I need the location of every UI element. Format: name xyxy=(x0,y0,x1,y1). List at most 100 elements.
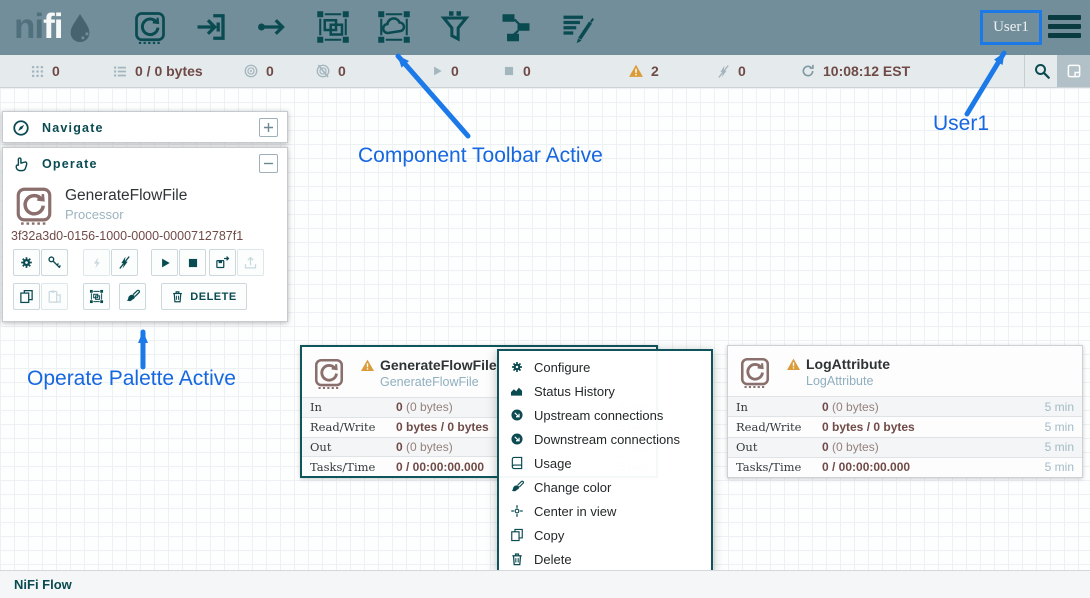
queued-status: 0 / 0 bytes xyxy=(112,55,203,87)
stopped-status: 0 xyxy=(502,55,531,87)
menu-item-center-in-view[interactable]: Center in view xyxy=(499,499,711,523)
label-icon[interactable] xyxy=(557,8,597,46)
template-icon[interactable] xyxy=(496,8,536,46)
enable-button xyxy=(83,249,110,276)
invalid-status: 2 xyxy=(628,55,659,87)
search-icon xyxy=(1033,62,1051,80)
circle-arrow-icon xyxy=(509,432,524,446)
collapse-button[interactable] xyxy=(259,154,278,173)
context-menu: Configure Status History Upstream connec… xyxy=(497,349,713,573)
compass-icon xyxy=(12,119,30,137)
disabled-icon xyxy=(716,64,731,79)
running-icon xyxy=(430,64,444,78)
remote-process-group-icon[interactable] xyxy=(374,8,414,46)
process-group-icon[interactable] xyxy=(313,8,353,46)
app-header: nifi User1 xyxy=(0,0,1090,55)
birdseye-toggle-button[interactable] xyxy=(1057,55,1090,87)
processor-logattribute[interactable]: LogAttribute LogAttribute In 0 (0 bytes)… xyxy=(727,345,1083,478)
processor-stamp-icon xyxy=(738,355,772,389)
stopped-icon xyxy=(502,64,516,78)
queue-list-icon xyxy=(112,64,128,79)
breadcrumb[interactable]: NiFi Flow xyxy=(14,577,72,592)
processor-icon[interactable] xyxy=(130,8,170,46)
breadcrumb-bar: NiFi Flow xyxy=(0,570,1090,598)
menu-item-upstream-connections[interactable]: Upstream connections xyxy=(499,403,711,427)
expand-button[interactable] xyxy=(259,118,278,137)
selected-component-id: 3f32a3d0-0156-1000-0000-0000712787f1 xyxy=(11,229,243,243)
hand-icon xyxy=(12,155,30,173)
selected-component-type: Processor xyxy=(65,207,124,222)
upload-template-button xyxy=(237,249,264,276)
not-transmitting-status: 0 xyxy=(315,55,346,87)
group-button[interactable] xyxy=(83,283,110,310)
warning-icon xyxy=(628,63,644,79)
book-icon xyxy=(509,456,524,470)
navigate-panel: Navigate xyxy=(2,111,288,143)
input-port-icon[interactable] xyxy=(191,8,231,46)
processor-stamp-icon xyxy=(312,356,346,390)
refresh-status[interactable]: 10:08:12 EST xyxy=(800,55,910,87)
disable-button[interactable] xyxy=(111,249,138,276)
logo-text-fi: fi xyxy=(43,7,62,47)
processor-stamp-icon xyxy=(13,184,55,226)
processor-header: LogAttribute LogAttribute xyxy=(786,356,890,388)
operate-panel-title: Operate xyxy=(42,157,259,171)
configure-button[interactable] xyxy=(13,249,40,276)
create-template-button[interactable] xyxy=(209,249,236,276)
component-toolbar xyxy=(130,8,597,46)
output-port-icon[interactable] xyxy=(252,8,292,46)
menu-item-downstream-connections[interactable]: Downstream connections xyxy=(499,427,711,451)
refresh-icon[interactable] xyxy=(800,63,816,79)
stat-row-taskstime: Tasks/Time 0 / 00:00:00.000 5 min xyxy=(728,457,1082,477)
droplet-icon xyxy=(65,12,95,47)
processor-stats: In 0 (0 bytes) 5 min Read/Write 0 bytes … xyxy=(728,396,1082,477)
current-user-label: User1 xyxy=(993,19,1029,36)
transmitting-icon xyxy=(243,63,259,79)
processor-header: GenerateFlowFile GenerateFlowFile xyxy=(360,357,497,389)
circle-arrow-icon xyxy=(509,408,524,422)
active-threads-status: 0 xyxy=(30,55,60,87)
navigate-panel-title: Navigate xyxy=(42,121,259,135)
access-policies-button[interactable] xyxy=(41,249,68,276)
menu-item-configure[interactable]: Configure xyxy=(499,355,711,379)
menu-item-status-history[interactable]: Status History xyxy=(499,379,711,403)
disabled-status: 0 xyxy=(716,55,746,87)
nifi-application: { "header": { "logo_part1": "ni", "logo_… xyxy=(0,0,1090,598)
nifi-logo: nifi xyxy=(14,7,95,47)
search-button[interactable] xyxy=(1024,55,1058,87)
menu-item-delete[interactable]: Delete xyxy=(499,547,711,571)
not-transmitting-icon xyxy=(315,63,331,79)
stat-row-out: Out 0 (0 bytes) 5 min xyxy=(728,437,1082,457)
brush-icon xyxy=(509,480,524,494)
panel-icon xyxy=(1065,62,1083,80)
stat-row-readwrite: Read/Write 0 bytes / 0 bytes 5 min xyxy=(728,416,1082,436)
global-menu-icon[interactable] xyxy=(1048,15,1081,42)
menu-item-change-color[interactable]: Change color xyxy=(499,475,711,499)
stop-button[interactable] xyxy=(179,249,206,276)
menu-item-copy[interactable]: Copy xyxy=(499,523,711,547)
running-status: 0 xyxy=(430,55,459,87)
current-user[interactable]: User1 xyxy=(980,10,1042,45)
selected-component-name: GenerateFlowFile xyxy=(65,187,187,205)
status-bar: 0 0 / 0 bytes 0 0 0 0 2 0 10:08:12 EST xyxy=(0,55,1090,88)
trash-icon xyxy=(509,552,524,566)
copy-icon xyxy=(509,528,524,542)
menu-item-usage[interactable]: Usage xyxy=(499,451,711,475)
warning-icon xyxy=(786,357,801,372)
warning-icon xyxy=(360,358,375,373)
trash-icon xyxy=(171,290,184,303)
threads-icon xyxy=(30,64,45,79)
logo-text-ni: ni xyxy=(14,7,43,47)
funnel-icon[interactable] xyxy=(435,8,475,46)
area-chart-icon xyxy=(509,384,524,398)
operate-panel: Operate GenerateFlowFile Processor 3f32a… xyxy=(2,147,288,322)
change-color-button[interactable] xyxy=(119,283,146,310)
crosshair-icon xyxy=(509,504,524,518)
copy-button[interactable] xyxy=(13,283,40,310)
delete-button[interactable]: DELETE xyxy=(161,283,247,310)
gear-icon xyxy=(509,360,524,374)
transmitting-status: 0 xyxy=(243,55,274,87)
paste-button xyxy=(41,283,68,310)
stat-row-in: In 0 (0 bytes) 5 min xyxy=(728,396,1082,416)
start-button[interactable] xyxy=(151,249,178,276)
